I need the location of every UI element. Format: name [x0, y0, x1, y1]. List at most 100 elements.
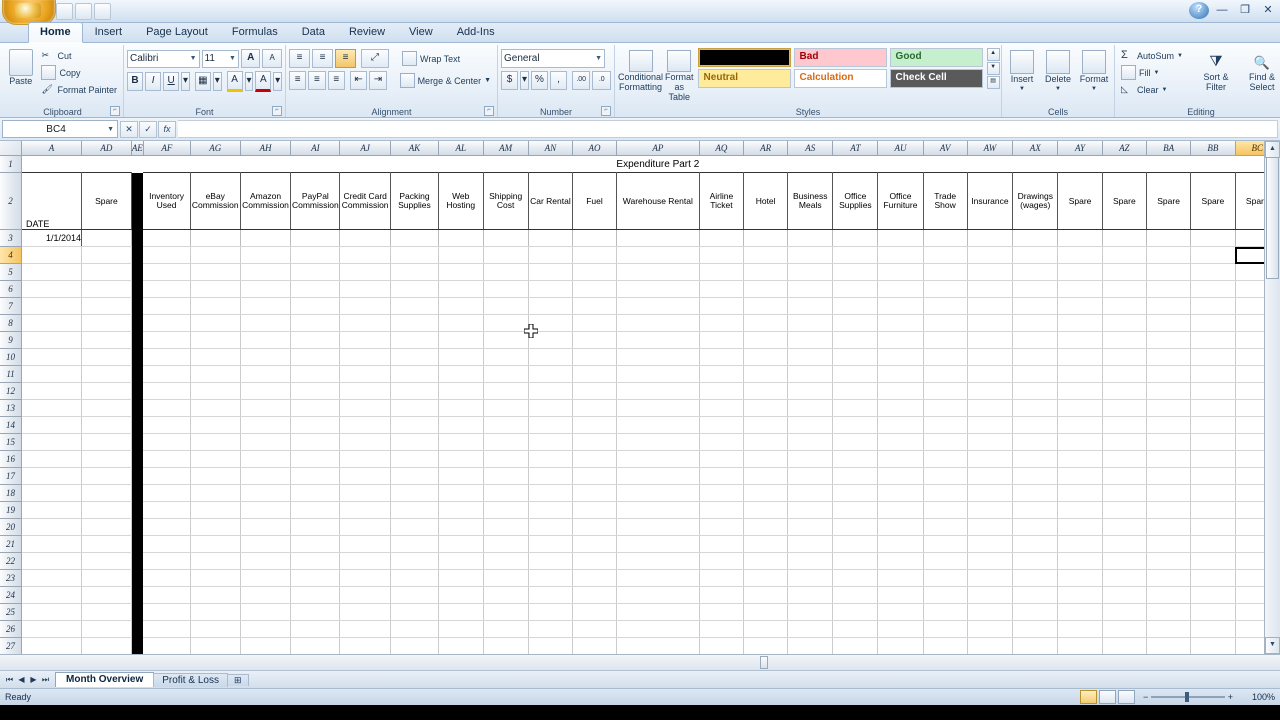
- row-header-21[interactable]: 21: [0, 536, 22, 553]
- cell-AX21[interactable]: [1013, 536, 1058, 553]
- cell-AV24[interactable]: [923, 587, 967, 604]
- normal-view-button[interactable]: [1080, 690, 1097, 704]
- cell-style-normal[interactable]: [698, 48, 791, 67]
- cell-AO2[interactable]: Fuel: [573, 173, 617, 230]
- cell-AD24[interactable]: [82, 587, 132, 604]
- cell-AY6[interactable]: [1058, 281, 1102, 298]
- cell-AL1[interactable]: [438, 156, 483, 173]
- cell-AH1[interactable]: [240, 156, 291, 173]
- cell-AK12[interactable]: [391, 383, 439, 400]
- cell-BA8[interactable]: [1146, 315, 1190, 332]
- cell-AW6[interactable]: [967, 281, 1012, 298]
- cell-AH14[interactable]: [240, 417, 291, 434]
- cell-AS25[interactable]: [788, 604, 833, 621]
- cell-AE22[interactable]: [131, 553, 143, 570]
- row-header-22[interactable]: 22: [0, 553, 22, 570]
- cell-A10[interactable]: [22, 349, 82, 366]
- cell-AP12[interactable]: [616, 383, 699, 400]
- cell-AX8[interactable]: [1013, 315, 1058, 332]
- cell-AU9[interactable]: [878, 332, 923, 349]
- cell-AU4[interactable]: [878, 247, 923, 264]
- cell-AH24[interactable]: [240, 587, 291, 604]
- cell-AG18[interactable]: [190, 485, 240, 502]
- cell-style-good[interactable]: Good: [890, 48, 983, 67]
- cell-AM3[interactable]: [483, 230, 528, 247]
- cell-AU26[interactable]: [878, 621, 923, 638]
- cell-AY3[interactable]: [1058, 230, 1102, 247]
- cell-BA19[interactable]: [1146, 502, 1190, 519]
- cell-AE2[interactable]: [131, 173, 143, 230]
- cell-BB1[interactable]: [1191, 156, 1235, 173]
- column-header-AR[interactable]: AR: [744, 141, 788, 156]
- increase-indent-button[interactable]: ⇥: [369, 71, 386, 90]
- cell-AK4[interactable]: [391, 247, 439, 264]
- new-sheet-button[interactable]: ⊞: [227, 674, 249, 686]
- cell-AW21[interactable]: [967, 536, 1012, 553]
- cell-AK16[interactable]: [391, 451, 439, 468]
- cell-style-check-cell[interactable]: Check Cell: [890, 69, 983, 88]
- column-header-AP[interactable]: AP: [616, 141, 699, 156]
- cell-AT4[interactable]: [833, 247, 878, 264]
- cell-AO22[interactable]: [573, 553, 617, 570]
- row-header-14[interactable]: 14: [0, 417, 22, 434]
- column-header-AM[interactable]: AM: [483, 141, 528, 156]
- cell-AT25[interactable]: [833, 604, 878, 621]
- cell-AF15[interactable]: [143, 434, 190, 451]
- cell-AY9[interactable]: [1058, 332, 1102, 349]
- cell-AM7[interactable]: [483, 298, 528, 315]
- cell-AD23[interactable]: [82, 570, 132, 587]
- cell-AN24[interactable]: [528, 587, 572, 604]
- alignment-dialog-launcher[interactable]: ⌐: [484, 106, 494, 116]
- cell-AQ8[interactable]: [699, 315, 743, 332]
- cell-AQ1[interactable]: [699, 156, 743, 173]
- cell-AN14[interactable]: [528, 417, 572, 434]
- cell-AF5[interactable]: [143, 264, 190, 281]
- cell-AK14[interactable]: [391, 417, 439, 434]
- cell-AP25[interactable]: [616, 604, 699, 621]
- cell-AF2[interactable]: Inventory Used: [143, 173, 190, 230]
- cell-AL4[interactable]: [438, 247, 483, 264]
- cell-AH2[interactable]: Amazon Commission: [240, 173, 291, 230]
- cell-AZ15[interactable]: [1102, 434, 1146, 451]
- column-header-AS[interactable]: AS: [788, 141, 833, 156]
- cell-AW7[interactable]: [967, 298, 1012, 315]
- align-right-button[interactable]: ≡: [328, 71, 345, 90]
- sheet-tab-profit-loss[interactable]: Profit & Loss: [153, 673, 228, 687]
- vertical-scroll-thumb[interactable]: [1266, 157, 1279, 279]
- cell-AJ20[interactable]: [340, 519, 391, 536]
- cell-AQ24[interactable]: [699, 587, 743, 604]
- cell-BB26[interactable]: [1191, 621, 1235, 638]
- cell-AW16[interactable]: [967, 451, 1012, 468]
- tab-data[interactable]: Data: [290, 22, 337, 42]
- cell-A3[interactable]: 1/1/2014: [22, 230, 82, 247]
- cell-AK1[interactable]: [391, 156, 439, 173]
- cell-AG13[interactable]: [190, 400, 240, 417]
- tab-review[interactable]: Review: [337, 22, 397, 42]
- align-top-button[interactable]: ≡: [289, 49, 310, 68]
- insert-function-button[interactable]: fx: [158, 121, 176, 138]
- column-header-AI[interactable]: AI: [291, 141, 340, 156]
- cell-AF10[interactable]: [143, 349, 190, 366]
- cell-BB17[interactable]: [1191, 468, 1235, 485]
- cell-AP5[interactable]: [616, 264, 699, 281]
- cell-AW4[interactable]: [967, 247, 1012, 264]
- cell-AY23[interactable]: [1058, 570, 1102, 587]
- cell-AM4[interactable]: [483, 247, 528, 264]
- cell-BA23[interactable]: [1146, 570, 1190, 587]
- cell-AO4[interactable]: [573, 247, 617, 264]
- cell-AT23[interactable]: [833, 570, 878, 587]
- cell-AF14[interactable]: [143, 417, 190, 434]
- cell-AT5[interactable]: [833, 264, 878, 281]
- cell-BA2[interactable]: Spare: [1146, 173, 1190, 230]
- cell-AL6[interactable]: [438, 281, 483, 298]
- cell-AO5[interactable]: [573, 264, 617, 281]
- column-header-AU[interactable]: AU: [878, 141, 923, 156]
- cell-AH25[interactable]: [240, 604, 291, 621]
- cell-AQ5[interactable]: [699, 264, 743, 281]
- cell-AO7[interactable]: [573, 298, 617, 315]
- cell-AY2[interactable]: Spare: [1058, 173, 1102, 230]
- tab-formulas[interactable]: Formulas: [220, 22, 290, 42]
- cell-AP22[interactable]: [616, 553, 699, 570]
- cell-AH22[interactable]: [240, 553, 291, 570]
- cell-AX22[interactable]: [1013, 553, 1058, 570]
